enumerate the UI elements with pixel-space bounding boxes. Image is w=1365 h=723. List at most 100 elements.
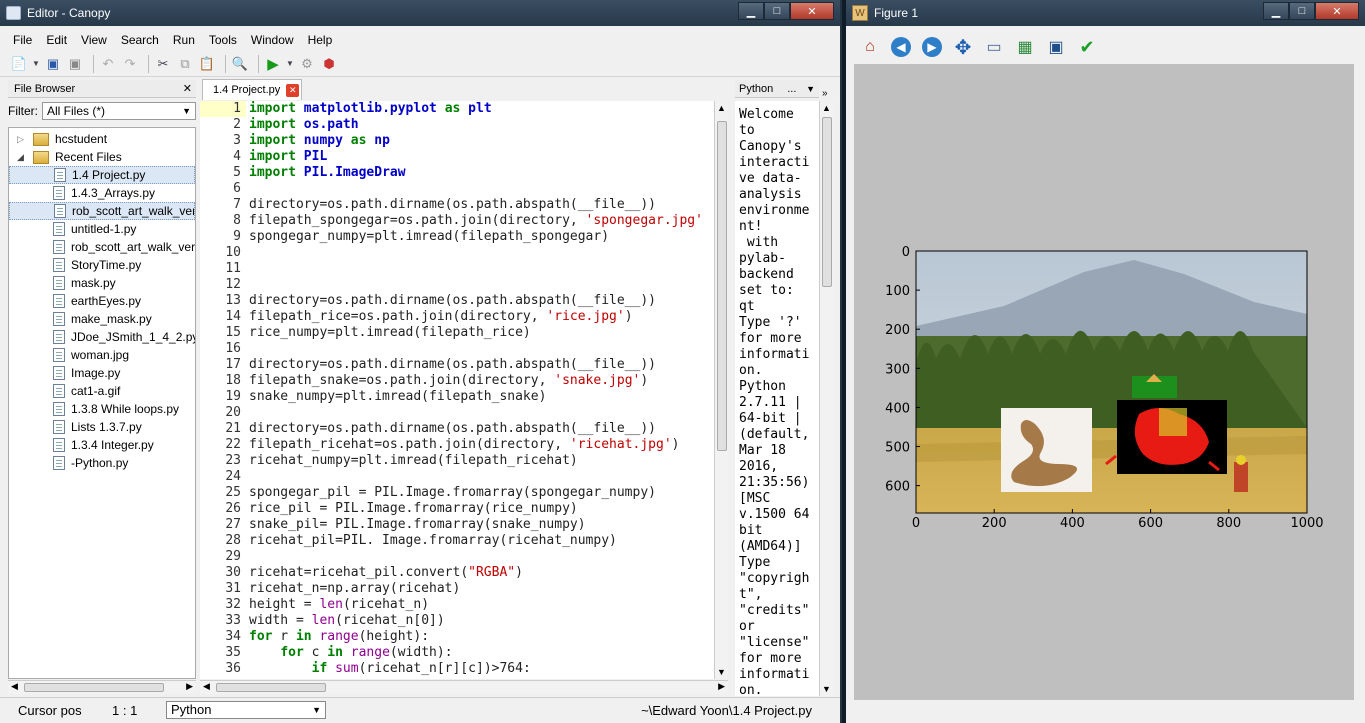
code-line[interactable]: ricehat=ricehat_pil.convert("RGBA") bbox=[249, 565, 714, 581]
home-icon[interactable]: ⌂ bbox=[858, 35, 882, 59]
code-line[interactable]: directory=os.path.dirname(os.path.abspat… bbox=[249, 421, 714, 437]
code-editor[interactable]: 1 2 3 4 5 6 7 8 9 10 11 12 13 14 15 16 17 18 19 20 21 22 23 24 2… bbox=[200, 101, 714, 679]
expand-arrow-icon[interactable]: ▷ bbox=[17, 134, 33, 145]
code-line[interactable] bbox=[249, 277, 714, 293]
code-line[interactable]: directory=os.path.dirname(os.path.abspat… bbox=[249, 357, 714, 373]
code-line[interactable] bbox=[249, 405, 714, 421]
code-line[interactable]: rice_numpy=plt.imread(filepath_rice) bbox=[249, 325, 714, 341]
code-line[interactable]: spongegar_pil = PIL.Image.fromarray(spon… bbox=[249, 485, 714, 501]
recent-file-item[interactable]: StoryTime.py bbox=[9, 256, 195, 274]
code-line[interactable]: for r in range(height): bbox=[249, 629, 714, 645]
save-icon[interactable]: ▣ bbox=[44, 55, 62, 73]
code-line[interactable]: for c in range(width): bbox=[249, 645, 714, 661]
recent-file-item[interactable]: 1.4 Project.py bbox=[9, 166, 195, 184]
console-vscrollbar[interactable]: ▲ ▼ bbox=[819, 101, 833, 696]
save-all-icon[interactable]: ▣ bbox=[66, 55, 84, 73]
recent-file-item[interactable]: 1.4.3_Arrays.py bbox=[9, 184, 195, 202]
close-tab-icon[interactable]: ✕ bbox=[286, 83, 300, 97]
check-icon[interactable]: ✔ bbox=[1075, 35, 1099, 59]
code-line[interactable] bbox=[249, 549, 714, 565]
code-line[interactable]: import os.path bbox=[249, 117, 714, 133]
minimize-button[interactable]: ▁ bbox=[1263, 2, 1289, 20]
language-select[interactable]: Python ▼ bbox=[166, 701, 326, 719]
code-line[interactable] bbox=[249, 181, 714, 197]
maximize-button[interactable]: □ bbox=[1289, 2, 1315, 20]
minimize-button[interactable]: ▁ bbox=[738, 2, 764, 20]
undo-icon[interactable]: ↶ bbox=[99, 55, 117, 73]
back-arrow-icon[interactable]: ◀ bbox=[889, 35, 913, 59]
code-line[interactable]: import PIL.ImageDraw bbox=[249, 165, 714, 181]
close-button[interactable]: ✕ bbox=[1315, 2, 1359, 20]
code-line[interactable]: rice_pil = PIL.Image.fromarray(rice_nump… bbox=[249, 501, 714, 517]
menu-run[interactable]: Run bbox=[166, 33, 202, 47]
recent-file-item[interactable]: rob_scott_art_walk_ver2 bbox=[9, 202, 195, 220]
zoom-icon[interactable]: ▭ bbox=[982, 35, 1006, 59]
recent-file-item[interactable]: woman.jpg bbox=[9, 346, 195, 364]
tree-folder-hcstudent[interactable]: ▷ hcstudent bbox=[9, 130, 195, 148]
menu-tools[interactable]: Tools bbox=[202, 33, 244, 47]
configure-subplots-icon[interactable]: ▦ bbox=[1013, 35, 1037, 59]
code-line[interactable]: import numpy as np bbox=[249, 133, 714, 149]
maximize-button[interactable]: □ bbox=[764, 2, 790, 20]
forward-arrow-icon[interactable]: ▶ bbox=[920, 35, 944, 59]
recent-file-item[interactable]: JDoe_JSmith_1_4_2.py bbox=[9, 328, 195, 346]
code-line[interactable]: if sum(ricehat_n[r][c])>764: bbox=[249, 661, 714, 677]
recent-file-item[interactable]: mask.py bbox=[9, 274, 195, 292]
python-console[interactable]: Welcome to Canopy's interacti ve data-analys… bbox=[735, 101, 819, 696]
code-line[interactable] bbox=[249, 341, 714, 357]
code-line[interactable]: directory=os.path.dirname(os.path.abspat… bbox=[249, 293, 714, 309]
menu-edit[interactable]: Edit bbox=[39, 33, 74, 47]
editor-hscrollbar[interactable]: ◀ ▶ bbox=[200, 680, 728, 694]
code-line[interactable] bbox=[249, 261, 714, 277]
code-area[interactable]: import matplotlib.pyplot as plt import os… bbox=[249, 101, 714, 677]
code-line[interactable]: snake_numpy=plt.imread(filepath_snake) bbox=[249, 389, 714, 405]
run-icon[interactable]: ▶ bbox=[264, 55, 282, 73]
code-line[interactable]: spongegar_numpy=plt.imread(filepath_spon… bbox=[249, 229, 714, 245]
recent-file-item[interactable]: earthEyes.py bbox=[9, 292, 195, 310]
code-line[interactable] bbox=[249, 245, 714, 261]
tab-1-4-project[interactable]: 1.4 Project.py ✕ bbox=[202, 79, 302, 100]
paste-icon[interactable]: 📋 bbox=[198, 55, 216, 73]
cut-icon[interactable]: ✂ bbox=[154, 55, 172, 73]
recent-file-item[interactable]: cat1-a.gif bbox=[9, 382, 195, 400]
panel-overflow-icon[interactable]: » bbox=[822, 88, 828, 99]
new-file-icon[interactable]: 📄 bbox=[10, 55, 28, 73]
code-line[interactable]: ricehat_n=np.array(ricehat) bbox=[249, 581, 714, 597]
code-line[interactable]: width = len(ricehat_n[0]) bbox=[249, 613, 714, 629]
figure-titlebar[interactable]: W Figure 1 ▁ □ ✕ bbox=[846, 0, 1365, 26]
debug-icon[interactable]: ⚙ bbox=[298, 55, 316, 73]
menu-view[interactable]: View bbox=[74, 33, 114, 47]
editor-vscrollbar[interactable]: ▲ ▼ bbox=[714, 101, 728, 679]
redo-icon[interactable]: ↷ bbox=[121, 55, 139, 73]
menu-help[interactable]: Help bbox=[301, 33, 340, 47]
stop-icon[interactable]: ⬢ bbox=[320, 55, 338, 73]
code-line[interactable]: import matplotlib.pyplot as plt bbox=[249, 101, 714, 117]
code-line[interactable]: filepath_ricehat=os.path.join(directory,… bbox=[249, 437, 714, 453]
code-line[interactable]: filepath_rice=os.path.join(directory, 'r… bbox=[249, 309, 714, 325]
figure-canvas[interactable]: 0 200 400 600 800 1000 0 100 200 300 400 500 600 bbox=[854, 64, 1354, 700]
code-line[interactable] bbox=[249, 469, 714, 485]
recent-file-item[interactable]: make_mask.py bbox=[9, 310, 195, 328]
code-line[interactable]: filepath_snake=os.path.join(directory, '… bbox=[249, 373, 714, 389]
recent-file-item[interactable]: -Python.py bbox=[9, 454, 195, 472]
menu-search[interactable]: Search bbox=[114, 33, 166, 47]
file-tree-hscrollbar[interactable]: ◀ ▶ bbox=[8, 680, 196, 694]
recent-file-item[interactable]: Lists 1.3.7.py bbox=[9, 418, 195, 436]
code-line[interactable]: ricehat_pil=PIL. Image.fromarray(ricehat… bbox=[249, 533, 714, 549]
close-panel-icon[interactable]: ✕ bbox=[183, 82, 192, 95]
recent-file-item[interactable]: rob_scott_art_walk_ver2 bbox=[9, 238, 195, 256]
recent-file-item[interactable]: 1.3.4 Integer.py bbox=[9, 436, 195, 454]
close-button[interactable]: ✕ bbox=[790, 2, 834, 20]
panel-menu-icon[interactable]: ▼ bbox=[806, 84, 815, 94]
code-line[interactable]: filepath_spongegar=os.path.join(director… bbox=[249, 213, 714, 229]
code-line[interactable]: height = len(ricehat_n) bbox=[249, 597, 714, 613]
tree-folder-recent-files[interactable]: ◢ Recent Files bbox=[9, 148, 195, 166]
menu-file[interactable]: File bbox=[6, 33, 39, 47]
code-line[interactable]: ricehat_numpy=plt.imread(filepath_riceha… bbox=[249, 453, 714, 469]
recent-file-item[interactable]: untitled-1.py bbox=[9, 220, 195, 238]
recent-file-item[interactable]: Image.py bbox=[9, 364, 195, 382]
menu-window[interactable]: Window bbox=[244, 33, 301, 47]
code-line[interactable]: directory=os.path.dirname(os.path.abspat… bbox=[249, 197, 714, 213]
collapse-arrow-icon[interactable]: ◢ bbox=[17, 152, 33, 163]
code-line[interactable]: snake_pil= PIL.Image.fromarray(snake_num… bbox=[249, 517, 714, 533]
